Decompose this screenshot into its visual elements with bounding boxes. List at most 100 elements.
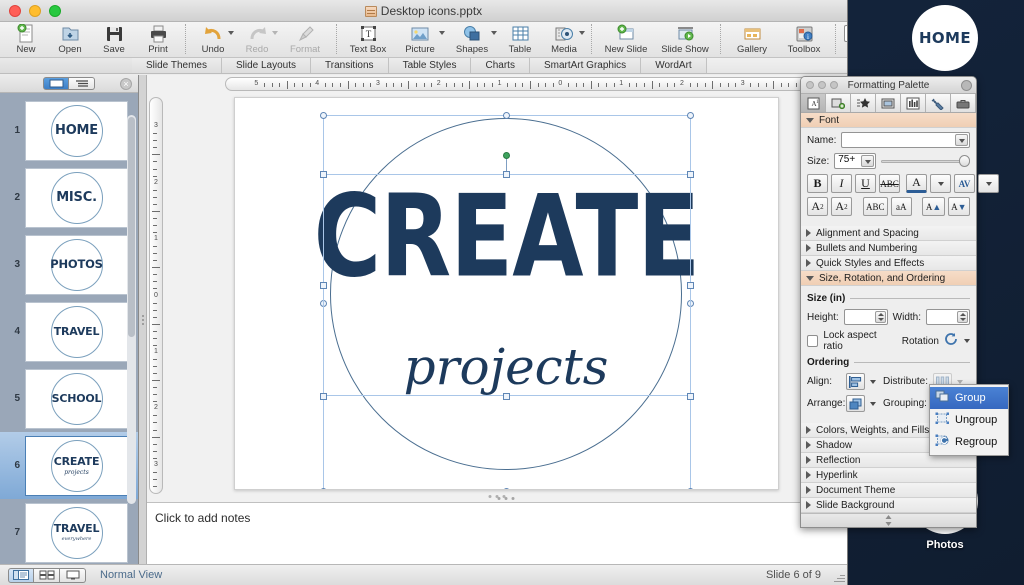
new-button[interactable]: New — [4, 22, 48, 58]
outline-view-toggle[interactable] — [69, 77, 95, 90]
selection-handle-tc[interactable] — [502, 112, 510, 119]
toolbox-button[interactable]: i Toolbox — [778, 22, 830, 58]
menu-item-group[interactable]: Group — [930, 387, 1008, 409]
menu-item-ungroup[interactable]: Ungroup — [930, 409, 1008, 431]
list-item[interactable]: 1 HOME — [0, 97, 138, 164]
arrange-chevron-down-icon[interactable] — [870, 401, 876, 406]
character-spacing-chevron-down-icon[interactable] — [978, 174, 999, 193]
height-stepper[interactable] — [843, 309, 888, 325]
shapes-chevron-down-icon[interactable] — [491, 31, 497, 35]
width-stepper[interactable] — [926, 309, 970, 325]
palette-tab-toolbox[interactable] — [951, 94, 976, 112]
text-handle-bl[interactable] — [319, 393, 327, 400]
underline-button[interactable]: U — [855, 174, 876, 193]
list-item[interactable]: 7 TRAVEL everywhere — [0, 499, 138, 564]
tab-table-styles[interactable]: Table Styles — [388, 58, 472, 73]
bold-button[interactable]: B — [807, 174, 828, 193]
change-case-button[interactable]: aA — [890, 197, 912, 216]
text-handle-tc[interactable] — [502, 171, 510, 178]
section-header-size-rotation-ordering[interactable]: Size, Rotation, and Ordering — [801, 271, 976, 286]
tab-slide-layouts[interactable]: Slide Layouts — [221, 58, 312, 73]
superscript-button[interactable]: A2 — [807, 197, 828, 216]
tab-wordart[interactable]: WordArt — [641, 58, 707, 73]
formatting-palette[interactable]: Formatting Palette A1 Font Name: Size: 7… — [800, 76, 1009, 528]
text-handle-br[interactable] — [686, 393, 694, 400]
italic-button[interactable]: I — [831, 174, 852, 193]
text-handle-mr[interactable] — [686, 282, 694, 289]
subscript-button[interactable]: A2 — [831, 197, 852, 216]
section-header-font[interactable]: Font — [801, 113, 976, 128]
media-chevron-down-icon[interactable] — [579, 31, 585, 35]
format-button[interactable]: Format — [279, 22, 331, 58]
slider-knob[interactable] — [959, 155, 970, 167]
list-item[interactable]: 2 MISC. — [0, 164, 138, 231]
tab-transitions[interactable]: Transitions — [311, 58, 389, 73]
align-icon[interactable] — [846, 373, 865, 390]
save-button[interactable]: Save — [92, 22, 136, 58]
thumbnail-list[interactable]: 1 HOME 2 MISC. 3 PHOTOS 4 TRAVEL 5 SCHOO… — [0, 93, 138, 564]
font-name-chevron-down-icon[interactable] — [955, 134, 968, 146]
print-button[interactable]: Print — [136, 22, 180, 58]
slide-show-button[interactable]: Slide Show — [655, 22, 715, 58]
list-item[interactable]: 3 PHOTOS — [0, 231, 138, 298]
tab-smartart-graphics[interactable]: SmartArt Graphics — [529, 58, 642, 73]
slide-thumbnail[interactable]: TRAVEL everywhere — [25, 502, 128, 563]
section-header-quick-styles-and-effects[interactable]: Quick Styles and Effects — [801, 256, 976, 271]
character-spacing-button[interactable]: AV — [954, 174, 975, 193]
palette-scroll-arrows[interactable] — [801, 513, 976, 527]
slide-thumbnail[interactable]: TRAVEL — [25, 301, 128, 362]
picture-button[interactable]: Picture — [394, 22, 446, 58]
canvas-area[interactable]: CREATE projects — [165, 93, 847, 502]
section-header-slide-background[interactable]: Slide Background — [801, 498, 976, 513]
undo-chevron-down-icon[interactable] — [228, 31, 234, 35]
zoom-combo-icon[interactable]: 90% — [844, 25, 847, 42]
scrollbar-thumb[interactable] — [128, 117, 135, 337]
palette-tab-quick-styles[interactable] — [851, 94, 876, 112]
text-box-button[interactable]: T Text Box — [342, 22, 394, 58]
grouping-dropdown-menu[interactable]: Group Ungroup Regroup — [929, 384, 1009, 456]
vertical-ruler[interactable]: 3 2 1 0 1 2 3 — [149, 97, 163, 494]
zoom-control[interactable]: 90% Zoom — [841, 22, 847, 58]
gear-icon[interactable] — [961, 80, 972, 91]
table-button[interactable]: Table — [498, 22, 542, 58]
text-handle-ml[interactable] — [319, 282, 327, 289]
notes-splitter-grip[interactable] — [488, 495, 506, 498]
redo-chevron-down-icon[interactable] — [272, 31, 278, 35]
selection-handle-bl[interactable] — [319, 488, 327, 489]
gallery-button[interactable]: Gallery — [726, 22, 778, 58]
slide-thumbnail[interactable]: SCHOOL — [25, 368, 128, 429]
presenter-view-button[interactable] — [60, 567, 86, 583]
redo-button[interactable]: Redo — [235, 22, 279, 58]
slide-sorter-view-button[interactable] — [34, 567, 60, 583]
picture-chevron-down-icon[interactable] — [439, 31, 445, 35]
font-effects-buttons[interactable]: A2 A2 ABC aA A ▲ A ▼ — [807, 197, 970, 216]
menu-item-regroup[interactable]: Regroup — [930, 431, 1008, 453]
window-resize-grip[interactable] — [831, 570, 845, 584]
font-style-buttons[interactable]: B I U ABC A AV — [807, 174, 999, 193]
section-header-document-theme[interactable]: Document Theme — [801, 483, 976, 498]
section-header-hyperlink[interactable]: Hyperlink — [801, 468, 976, 483]
selection-handle-br[interactable] — [686, 488, 694, 489]
shapes-button[interactable]: Shapes — [446, 22, 498, 58]
rotation-handle[interactable] — [502, 152, 510, 159]
increase-font-size-button[interactable]: A ▲ — [922, 197, 945, 216]
open-button[interactable]: Open — [48, 22, 92, 58]
lock-aspect-ratio-checkbox[interactable] — [807, 335, 819, 347]
notes-pane[interactable]: Click to add notes — [147, 495, 847, 564]
selection-handle-tl[interactable] — [319, 112, 327, 119]
close-icon[interactable]: × — [120, 78, 132, 90]
slide-canvas[interactable]: CREATE projects — [233, 97, 779, 490]
font-color-chevron-down-icon[interactable] — [930, 174, 951, 193]
pane-splitter[interactable] — [139, 75, 147, 564]
normal-view-button[interactable] — [8, 567, 34, 583]
undo-button[interactable]: Undo — [191, 22, 235, 58]
rotation-icon[interactable] — [944, 332, 959, 350]
strikethrough-button[interactable]: ABC — [879, 174, 900, 193]
slides-view-toggle[interactable] — [43, 77, 69, 90]
thumbnail-scrollbar[interactable] — [127, 115, 136, 504]
selection-handle-bc[interactable] — [502, 488, 510, 489]
ribbon-tab-bar[interactable]: Slide Themes Slide Layouts Transitions T… — [0, 58, 847, 74]
font-size-chevron-down-icon[interactable] — [861, 155, 875, 167]
tab-slide-themes[interactable]: Slide Themes — [132, 58, 222, 73]
text-handle-tr[interactable] — [686, 171, 694, 178]
